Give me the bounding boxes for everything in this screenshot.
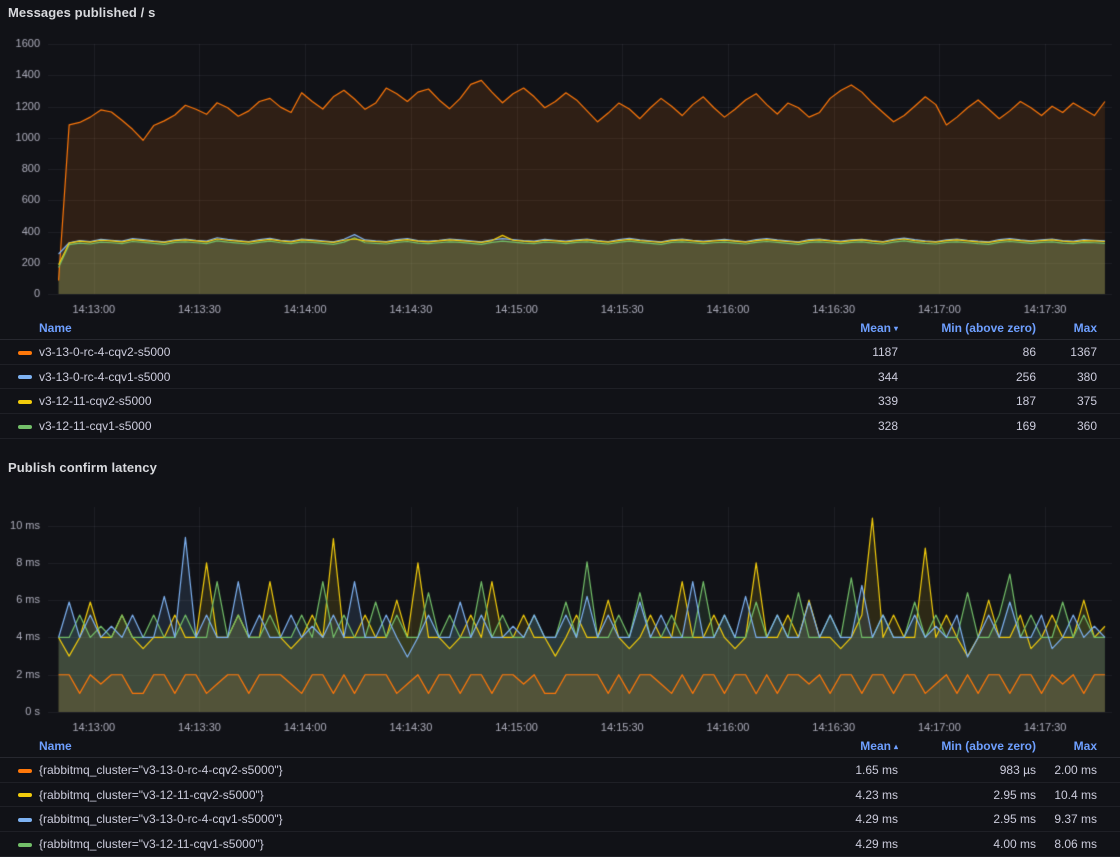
series-color-swatch[interactable] xyxy=(18,400,32,404)
legend-header-mean[interactable]: Mean▾ xyxy=(748,321,898,335)
legend-series-name[interactable]: v3-13-0-rc-4-cqv1-s5000 xyxy=(39,370,170,384)
legend-mean-value: 4.29 ms xyxy=(748,812,898,826)
legend-row: {rabbitmq_cluster="v3-12-11-cqv2-s5000"}… xyxy=(0,783,1120,808)
legend-header-row: NameMean▾Min (above zero)Max xyxy=(0,316,1120,340)
legend-header-max[interactable]: Max xyxy=(1036,739,1097,753)
series-color-swatch[interactable] xyxy=(18,818,32,822)
series-color-swatch[interactable] xyxy=(18,793,32,797)
legend-min-value: 86 xyxy=(898,345,1036,359)
publish-confirm-latency-legend-table: NameMean▴Min (above zero)Max {rabbitmq_cl… xyxy=(0,734,1120,857)
legend-row: {rabbitmq_cluster="v3-13-0-rc-4-cqv2-s50… xyxy=(0,758,1120,783)
legend-max-value: 10.4 ms xyxy=(1036,788,1097,802)
legend-max-value: 9.37 ms xyxy=(1036,812,1097,826)
legend-mean-value: 339 xyxy=(748,394,898,408)
swatch-cell xyxy=(0,763,39,777)
legend-series-name[interactable]: {rabbitmq_cluster="v3-12-11-cqv1-s5000"} xyxy=(39,837,264,851)
legend-mean-value: 1187 xyxy=(748,345,898,359)
publish-confirm-latency-chart[interactable] xyxy=(0,488,1120,734)
legend-max-value: 380 xyxy=(1036,370,1097,384)
panel-title-messages-published[interactable]: Messages published / s xyxy=(8,5,155,20)
legend-mean-value: 4.23 ms xyxy=(748,788,898,802)
legend-series-name[interactable]: {rabbitmq_cluster="v3-13-0-rc-4-cqv1-s50… xyxy=(39,812,283,826)
grafana-dashboard: Messages published / s NameMean▾Min (abo… xyxy=(0,0,1120,857)
messages-published-chart[interactable] xyxy=(0,30,1120,316)
legend-mean-value: 4.29 ms xyxy=(748,837,898,851)
messages-published-legend-table: NameMean▾Min (above zero)Maxv3-13-0-rc-4… xyxy=(0,316,1120,439)
legend-mean-value: 344 xyxy=(748,370,898,384)
legend-max-value: 8.06 ms xyxy=(1036,837,1097,851)
legend-row: v3-13-0-rc-4-cqv1-s5000 344256380 xyxy=(0,365,1120,390)
legend-series-name[interactable]: v3-12-11-cqv2-s5000 xyxy=(39,394,152,408)
series-color-swatch[interactable] xyxy=(18,843,32,847)
legend-min-value: 2.95 ms xyxy=(898,788,1036,802)
legend-header-mean[interactable]: Mean▴ xyxy=(748,739,898,753)
legend-header-min[interactable]: Min (above zero) xyxy=(898,321,1036,335)
legend-min-value: 169 xyxy=(898,419,1036,433)
legend-min-value: 983 µs xyxy=(898,763,1036,777)
legend-row: v3-12-11-cqv1-s5000 328169360 xyxy=(0,414,1120,439)
swatch-cell xyxy=(0,788,39,802)
series-color-swatch[interactable] xyxy=(18,425,32,429)
swatch-cell xyxy=(0,812,39,826)
legend-max-value: 360 xyxy=(1036,419,1097,433)
legend-max-value: 1367 xyxy=(1036,345,1097,359)
legend-header-name[interactable]: Name xyxy=(39,321,748,335)
legend-series-name[interactable]: {rabbitmq_cluster="v3-13-0-rc-4-cqv2-s50… xyxy=(39,763,283,777)
swatch-cell xyxy=(0,419,39,433)
legend-min-value: 4.00 ms xyxy=(898,837,1036,851)
series-color-swatch[interactable] xyxy=(18,769,32,773)
legend-header-min[interactable]: Min (above zero) xyxy=(898,739,1036,753)
swatch-cell xyxy=(0,345,39,359)
legend-header-name[interactable]: Name xyxy=(39,739,748,753)
legend-series-name[interactable]: v3-13-0-rc-4-cqv2-s5000 xyxy=(39,345,170,359)
legend-min-value: 256 xyxy=(898,370,1036,384)
legend-header-max[interactable]: Max xyxy=(1036,321,1097,335)
legend-series-name[interactable]: {rabbitmq_cluster="v3-12-11-cqv2-s5000"} xyxy=(39,788,264,802)
legend-mean-value: 1.65 ms xyxy=(748,763,898,777)
sort-direction-icon: ▾ xyxy=(894,324,898,333)
legend-mean-value: 328 xyxy=(748,419,898,433)
legend-max-value: 375 xyxy=(1036,394,1097,408)
panel-title-publish-confirm-latency[interactable]: Publish confirm latency xyxy=(8,460,157,475)
legend-row: {rabbitmq_cluster="v3-13-0-rc-4-cqv1-s50… xyxy=(0,807,1120,832)
legend-max-value: 2.00 ms xyxy=(1036,763,1097,777)
series-color-swatch[interactable] xyxy=(18,351,32,355)
legend-min-value: 187 xyxy=(898,394,1036,408)
legend-min-value: 2.95 ms xyxy=(898,812,1036,826)
legend-row: v3-13-0-rc-4-cqv2-s5000 1187861367 xyxy=(0,340,1120,365)
swatch-cell xyxy=(0,394,39,408)
swatch-cell xyxy=(0,370,39,384)
legend-row: {rabbitmq_cluster="v3-12-11-cqv1-s5000"}… xyxy=(0,832,1120,857)
legend-row: v3-12-11-cqv2-s5000 339187375 xyxy=(0,389,1120,414)
swatch-cell xyxy=(0,837,39,851)
sort-direction-icon: ▴ xyxy=(894,742,898,751)
legend-series-name[interactable]: v3-12-11-cqv1-s5000 xyxy=(39,419,152,433)
series-color-swatch[interactable] xyxy=(18,375,32,379)
legend-header-row: NameMean▴Min (above zero)Max xyxy=(0,734,1120,758)
